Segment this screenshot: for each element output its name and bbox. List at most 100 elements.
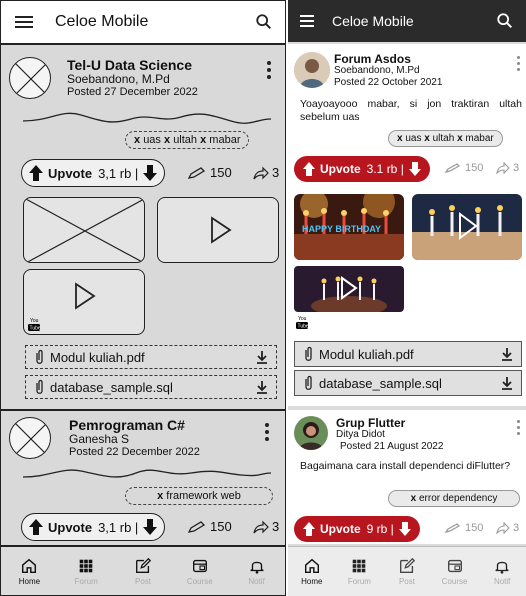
tag[interactable]: uas [405, 133, 421, 144]
upvote-button[interactable]: Upvote 3,1 rb | [21, 513, 166, 541]
upvote-button[interactable]: Upvote 3,1 rb | [21, 159, 166, 187]
bell-icon [495, 561, 509, 574]
search-icon[interactable] [255, 13, 273, 31]
video-placeholder[interactable] [157, 197, 279, 263]
svg-text:HAPPY BIRTHDAY: HAPPY BIRTHDAY [302, 224, 381, 234]
more-options-icon[interactable] [515, 420, 521, 435]
nav-notif[interactable]: Notif [228, 547, 285, 595]
download-icon[interactable] [501, 347, 513, 361]
post-author: Soebandono, M.Pd [67, 72, 170, 86]
post-body: Yoayoayooo mabar, si jon traktiran ultah… [300, 98, 522, 123]
avatar [294, 416, 328, 450]
app-title: Celoe Mobile [332, 13, 414, 29]
paperclip-icon [36, 379, 43, 394]
video-thumbnail[interactable] [412, 194, 522, 260]
view-count: 150 [444, 522, 483, 534]
download-icon[interactable] [256, 350, 268, 364]
avatar [9, 57, 51, 99]
edit-icon [136, 557, 152, 573]
text-placeholder-scribble [22, 112, 272, 124]
nav-home[interactable]: Home [1, 547, 58, 595]
app-bar: Celoe Mobile [288, 0, 526, 42]
youtube-logo: You Tube [28, 318, 41, 332]
share-button[interactable]: 3 [253, 519, 279, 534]
image-placeholder[interactable] [23, 197, 145, 263]
share-button[interactable]: 3 [496, 162, 519, 174]
pencil-icon [444, 523, 460, 533]
tag[interactable]: ultah [433, 133, 455, 144]
search-icon[interactable] [496, 12, 514, 30]
view-count: 150 [187, 165, 232, 180]
share-icon [496, 522, 510, 534]
post-card[interactable]: Forum Asdos Soebandono, M.Pd Posted 22 O… [288, 44, 526, 406]
nav-course[interactable]: Course [171, 547, 228, 595]
menu-icon[interactable] [300, 15, 314, 27]
nav-home[interactable]: Home [288, 547, 336, 596]
more-options-icon[interactable] [264, 423, 270, 441]
arrow-up-icon [303, 162, 315, 176]
app-bar: Celoe Mobile [1, 1, 285, 45]
upvote-button[interactable]: Upvote 9 rb | [294, 516, 420, 542]
text-placeholder-scribble [22, 469, 272, 478]
post-card[interactable]: Pemrograman C# Ganesha S Posted 22 Decem… [1, 411, 285, 546]
post-card[interactable]: Grup Flutter Ditya Didot Posted 21 Augus… [288, 410, 526, 544]
download-icon[interactable] [256, 380, 268, 394]
play-icon[interactable] [74, 282, 96, 310]
post-author: Ganesha S [69, 432, 130, 446]
arrow-down-icon[interactable] [142, 518, 158, 536]
share-button[interactable]: 3 [496, 522, 519, 534]
more-options-icon[interactable] [266, 61, 272, 79]
post-date: Posted 27 December 2022 [67, 86, 198, 98]
tag[interactable]: ultah [173, 134, 197, 146]
svg-text:Tube: Tube [298, 324, 309, 330]
svg-text:You: You [30, 318, 39, 324]
attachment-file[interactable]: Modul kuliah.pdf [294, 341, 522, 367]
tag[interactable]: error dependency [419, 493, 497, 504]
menu-icon[interactable] [15, 16, 33, 28]
post-card[interactable]: Tel-U Data Science Soebandono, M.Pd Post… [1, 47, 285, 409]
upvote-button[interactable]: Upvote 3.1 rb | [294, 156, 430, 182]
post-date: Posted 22 October 2021 [334, 77, 443, 88]
arrow-down-icon[interactable] [142, 164, 158, 182]
nav-post[interactable]: Post [115, 547, 172, 595]
nav-course[interactable]: Course [431, 547, 479, 596]
avatar [294, 52, 330, 88]
youtube-video-placeholder[interactable]: You Tube [23, 269, 145, 335]
share-icon [253, 520, 269, 533]
post-title: Tel-U Data Science [67, 57, 193, 73]
mockup-screen: Celoe Mobile Forum Asdos Soebandono, M.P… [288, 0, 526, 596]
upvote-count: 3.1 rb | [366, 162, 404, 176]
wireframe-screen: Celoe Mobile Tel-U Data Science Soebando… [0, 0, 286, 596]
play-icon[interactable] [210, 216, 232, 244]
tag[interactable]: framework web [166, 490, 241, 502]
home-icon [22, 558, 37, 573]
birthday-cake-photo[interactable]: HAPPY BIRTHDAY [294, 194, 404, 260]
attachment-file[interactable]: Modul kuliah.pdf [25, 345, 277, 369]
more-options-icon[interactable] [515, 56, 521, 71]
tag[interactable]: mabar [209, 134, 240, 146]
post-date: Posted 22 December 2022 [69, 446, 200, 458]
attachment-file[interactable]: database_sample.sql [25, 375, 277, 399]
nav-post[interactable]: Post [383, 547, 431, 596]
nav-forum[interactable]: Forum [336, 547, 384, 596]
tag-chips: x uas x ultah x mabar [125, 131, 250, 149]
nav-notif[interactable]: Notif [478, 547, 526, 596]
download-icon[interactable] [501, 376, 513, 390]
pencil-icon [187, 166, 206, 179]
arrow-down-icon[interactable] [408, 161, 422, 177]
edit-icon [400, 557, 416, 573]
bell-icon [249, 561, 264, 574]
paperclip-icon [305, 346, 312, 361]
avatar [9, 417, 51, 459]
svg-text:Tube: Tube [30, 326, 41, 332]
tag[interactable]: uas [143, 134, 161, 146]
video-thumbnail[interactable] [294, 266, 404, 312]
tag[interactable]: mabar [465, 133, 493, 144]
arrow-down-icon[interactable] [398, 521, 412, 537]
share-button[interactable]: 3 [253, 165, 279, 180]
share-icon [253, 166, 269, 179]
pencil-icon [444, 163, 460, 173]
nav-forum[interactable]: Forum [58, 547, 115, 595]
svg-text:You: You [298, 316, 307, 322]
attachment-file[interactable]: database_sample.sql [294, 370, 522, 396]
